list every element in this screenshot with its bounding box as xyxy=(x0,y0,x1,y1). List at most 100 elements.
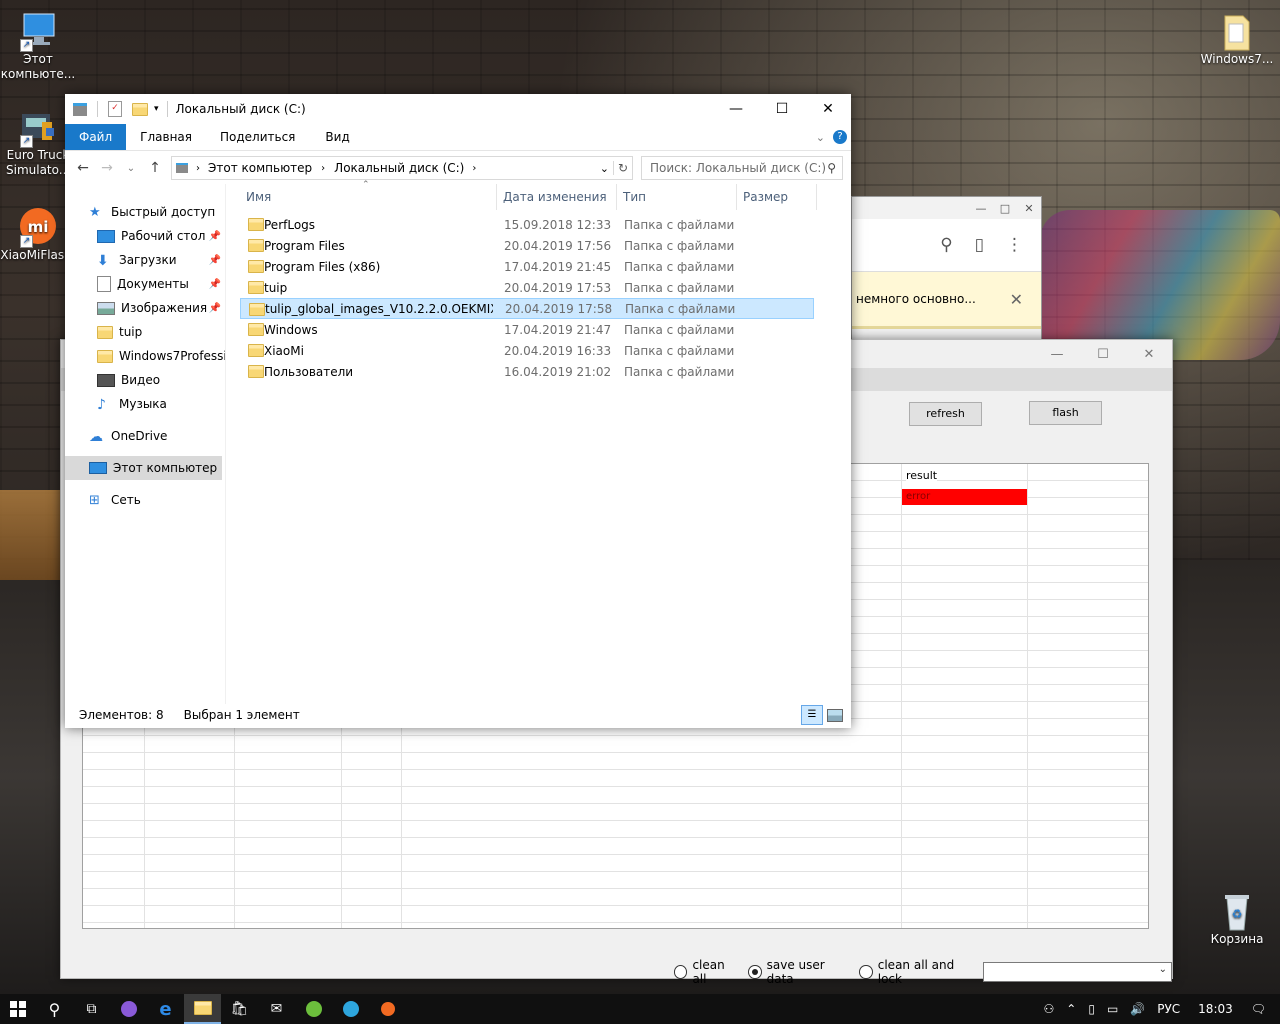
taskbar-xiaomi-flash[interactable] xyxy=(369,994,406,1024)
nav-item-6[interactable]: Windows7Professio xyxy=(65,344,225,368)
taskbar-cortana[interactable] xyxy=(110,994,147,1024)
search-icon[interactable]: ⚲ xyxy=(940,235,952,255)
tab-file[interactable]: Файл xyxy=(65,124,127,150)
nav-item-9[interactable]: ☁ OneDrive xyxy=(65,424,225,448)
nav-item-10[interactable]: Этот компьютер xyxy=(65,456,222,480)
file-row[interactable]: Пользователи 16.04.2019 21:02 Папка с файл… xyxy=(240,361,814,382)
recent-locations-button[interactable]: ⌄ xyxy=(119,163,143,174)
search-button[interactable]: ⚲ xyxy=(36,994,73,1024)
tab-view[interactable]: Вид xyxy=(309,124,363,150)
chevron-up-icon[interactable]: ⌃ xyxy=(1060,1002,1082,1016)
explorer-titlebar[interactable]: ✓ ▾ Локальный диск (C:) — ☐ ✕ xyxy=(65,94,851,124)
file-row[interactable]: PerfLogs 15.09.2018 12:33 Папка с файлами xyxy=(240,214,814,235)
reading-view-icon[interactable]: ▯ xyxy=(975,235,984,255)
close-button[interactable]: ✕ xyxy=(1017,202,1041,215)
large-icons-view-icon[interactable] xyxy=(827,708,843,722)
maximize-button[interactable]: ☐ xyxy=(759,94,805,124)
breadcrumb-this-pc[interactable]: Этот компьютер xyxy=(208,161,312,175)
save-user-data-radio[interactable] xyxy=(748,965,762,979)
nav-item-4[interactable]: Изображения 📌 xyxy=(65,296,225,320)
details-view-icon[interactable]: ☰ xyxy=(801,705,823,725)
quick-access-dropdown-icon[interactable]: ▾ xyxy=(154,104,159,114)
file-row[interactable]: Program Files 20.04.2019 17:56 Папка с фай… xyxy=(240,235,814,256)
column-type[interactable]: Тип xyxy=(617,184,737,210)
file-row[interactable]: Windows 17.04.2019 21:47 Папка с файлами xyxy=(240,319,814,340)
maximize-button[interactable]: ☐ xyxy=(1080,347,1126,362)
up-button[interactable]: ↑ xyxy=(143,160,167,176)
tab-home[interactable]: Главная xyxy=(126,124,206,150)
expand-ribbon-icon[interactable]: ⌄ xyxy=(816,131,825,144)
task-view-button[interactable]: ⧉ xyxy=(73,994,110,1024)
more-icon[interactable]: ⋮ xyxy=(1006,235,1023,255)
breadcrumb-chevron-icon[interactable]: › xyxy=(321,163,325,174)
taskbar-telegram[interactable] xyxy=(332,994,369,1024)
browser-window[interactable]: — □ ✕ ⚲ ▯ ⋮ немного основно... ✕ xyxy=(851,196,1042,341)
action-center-icon[interactable]: 🗨 xyxy=(1245,1002,1280,1016)
properties-icon[interactable]: ✓ xyxy=(108,101,122,117)
pin-icon[interactable]: 📌 xyxy=(209,303,221,314)
nav-item-3[interactable]: Документы 📌 xyxy=(65,272,225,296)
close-notice-icon[interactable]: ✕ xyxy=(1010,290,1023,309)
taskbar-file-explorer[interactable] xyxy=(184,994,221,1024)
minimize-button[interactable]: — xyxy=(1034,347,1080,362)
tab-share[interactable]: Поделиться xyxy=(206,124,309,150)
pin-icon[interactable]: 📌 xyxy=(209,255,221,266)
refresh-button[interactable]: refresh xyxy=(909,402,982,426)
nav-item-7[interactable]: Видео xyxy=(65,368,225,392)
clock[interactable]: 18:03 xyxy=(1186,1002,1245,1016)
desktop-icon-this-pc[interactable]: ↗ Этот компьюте... xyxy=(0,10,76,82)
search-field[interactable]: Поиск: Локальный диск (C:) ⚲ xyxy=(641,156,843,180)
usb-icon[interactable]: ▯ xyxy=(1082,1002,1101,1016)
back-button[interactable]: ← xyxy=(71,160,95,176)
column-date[interactable]: Дата изменения xyxy=(497,184,617,210)
file-name: tulip_global_images_V10.2.2.0.OEKMIXM... xyxy=(265,301,493,316)
pin-icon[interactable]: 📌 xyxy=(209,279,221,290)
column-name[interactable]: Имя xyxy=(240,184,497,210)
language-indicator[interactable]: РУС xyxy=(1151,1002,1186,1016)
explorer-window[interactable]: ✓ ▾ Локальный диск (C:) — ☐ ✕ Файл Главн… xyxy=(65,94,851,728)
flash-button[interactable]: flash xyxy=(1029,401,1102,425)
column-size[interactable]: Размер xyxy=(737,184,817,210)
taskbar-torrent[interactable] xyxy=(295,994,332,1024)
desktop-icon-recycle-bin[interactable]: ♻ Корзина xyxy=(1199,890,1275,947)
breadcrumb-drive[interactable]: Локальный диск (C:) xyxy=(334,161,464,175)
taskbar-edge[interactable]: e xyxy=(147,994,184,1024)
close-button[interactable]: ✕ xyxy=(1126,347,1172,362)
network-icon[interactable]: ▭ xyxy=(1101,1002,1124,1016)
nav-item-5[interactable]: tuip xyxy=(65,320,225,344)
refresh-icon[interactable]: ↻ xyxy=(612,161,632,175)
address-bar[interactable]: › Этот компьютер › Локальный диск (C:) ›… xyxy=(171,156,633,180)
maximize-button[interactable]: □ xyxy=(993,202,1017,215)
help-icon[interactable]: ? xyxy=(833,130,847,144)
people-icon[interactable]: ⚇ xyxy=(1038,1002,1061,1016)
file-date: 20.04.2019 17:53 xyxy=(504,280,612,295)
minimize-button[interactable]: — xyxy=(713,94,759,124)
clean-all-radio[interactable] xyxy=(674,965,688,979)
nav-item-8[interactable]: ♪ Музыка xyxy=(65,392,225,416)
minimize-button[interactable]: — xyxy=(969,202,993,215)
breadcrumb-chevron-icon[interactable]: › xyxy=(196,163,200,174)
pin-icon[interactable]: 📌 xyxy=(209,231,221,242)
file-row[interactable]: Program Files (x86) 17.04.2019 21:45 Папка… xyxy=(240,256,814,277)
file-row[interactable]: tulip_global_images_V10.2.2.0.OEKMIXM...… xyxy=(240,298,814,319)
clean-all-and-lock-radio[interactable] xyxy=(859,965,873,979)
taskbar-mail[interactable]: ✉ xyxy=(258,994,295,1024)
new-folder-icon[interactable] xyxy=(132,102,148,116)
nav-item-2[interactable]: ⬇ Загрузки 📌 xyxy=(65,248,225,272)
start-button[interactable] xyxy=(0,994,36,1024)
address-dropdown-icon[interactable]: ⌄ xyxy=(600,162,609,175)
forward-button[interactable]: → xyxy=(95,160,119,176)
close-button[interactable]: ✕ xyxy=(805,94,851,124)
file-name: PerfLogs xyxy=(264,217,316,232)
nav-item-11[interactable]: ⊞ Сеть xyxy=(65,488,225,512)
volume-icon[interactable]: 🔊 xyxy=(1124,1002,1151,1016)
file-row[interactable]: tuip 20.04.2019 17:53 Папка с файлами xyxy=(240,277,814,298)
file-row[interactable]: XiaoMi 20.04.2019 16:33 Папка с файлами xyxy=(240,340,814,361)
script-select[interactable]: ⌄ xyxy=(983,962,1173,982)
breadcrumb-chevron-icon[interactable]: › xyxy=(472,163,476,174)
taskbar-store[interactable]: 🛍 xyxy=(221,994,258,1024)
nav-item-0[interactable]: ★ Быстрый доступ xyxy=(65,200,225,224)
file-type: Папка с файлами xyxy=(624,364,735,379)
desktop-icon-windows7-folder[interactable]: Windows7... xyxy=(1199,10,1275,67)
nav-item-1[interactable]: Рабочий стол 📌 xyxy=(65,224,225,248)
